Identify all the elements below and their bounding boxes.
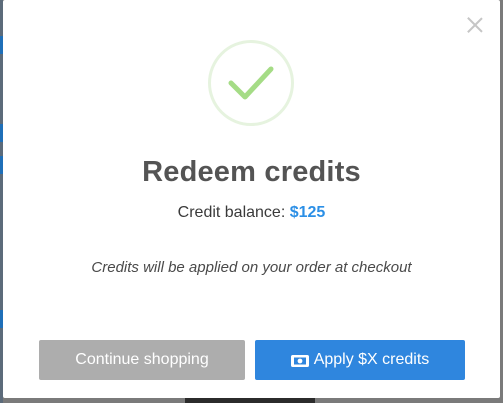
checkmark-icon (228, 66, 274, 100)
continue-shopping-label: Continue shopping (75, 351, 209, 368)
apply-credits-button[interactable]: Apply $X credits (255, 340, 465, 380)
close-icon[interactable] (466, 16, 484, 34)
credit-balance: Credit balance: $125 (3, 204, 500, 222)
money-icon (290, 354, 309, 367)
checkout-note: Credits will be applied on your order at… (91, 259, 412, 276)
modal-title: Redeem credits (142, 156, 361, 188)
credit-balance-amount: $125 (289, 204, 326, 221)
success-indicator (208, 40, 294, 126)
credit-balance-label: Credit balance: (177, 204, 286, 221)
redeem-credits-modal: Redeem credits Credit balance: $125 Cred… (3, 0, 500, 398)
continue-shopping-button[interactable]: Continue shopping (39, 340, 245, 380)
background-page-element (185, 398, 315, 403)
apply-credits-label: Apply $X credits (313, 351, 430, 368)
